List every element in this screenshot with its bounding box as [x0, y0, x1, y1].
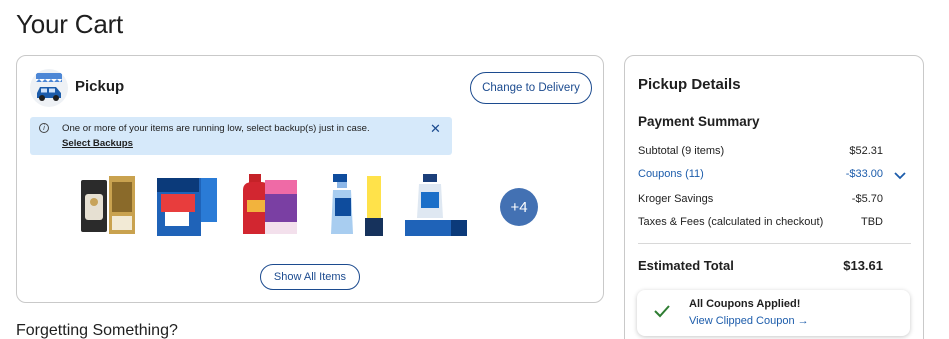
taxes-fees-label: Taxes & Fees (calculated in checkout) — [638, 216, 824, 228]
product-thumbnail[interactable] — [403, 172, 467, 238]
coupons-applied-box: All Coupons Applied! View Clipped Coupon… — [637, 290, 910, 336]
coupons-value[interactable]: -$33.00 — [846, 168, 883, 180]
page-title: Your Cart — [16, 9, 124, 39]
chevron-down-icon[interactable] — [893, 168, 907, 186]
estimated-total-label: Estimated Total — [638, 258, 734, 273]
payment-summary-title: Payment Summary — [638, 114, 760, 129]
product-thumbnail[interactable] — [75, 172, 139, 238]
all-coupons-applied-text: All Coupons Applied! — [689, 298, 801, 310]
forgetting-heading: Forgetting Something? — [16, 322, 178, 339]
arrow-right-icon: → — [797, 315, 809, 327]
pickup-title: Pickup — [75, 78, 125, 95]
close-icon[interactable]: ✕ — [430, 121, 441, 137]
show-all-items-button[interactable]: Show All Items — [260, 264, 360, 290]
change-to-delivery-button[interactable]: Change to Delivery — [470, 72, 592, 104]
info-icon: i — [39, 123, 49, 133]
pickup-card: Pickup Change to Delivery i One or more … — [16, 55, 604, 303]
product-thumbnail[interactable] — [329, 172, 387, 238]
select-backups-link[interactable]: Select Backups — [62, 138, 133, 149]
pickup-details-card: Pickup Details Payment Summary Subtotal … — [624, 55, 924, 339]
more-items-badge[interactable]: +4 — [500, 188, 538, 226]
product-thumbnail[interactable] — [155, 172, 219, 238]
coupons-label[interactable]: Coupons (11) — [638, 168, 704, 180]
kroger-savings-label: Kroger Savings — [638, 193, 714, 205]
alert-message: One or more of your items are running lo… — [62, 123, 370, 134]
checkmark-icon — [653, 304, 671, 323]
view-clipped-coupon-label[interactable]: View Clipped Coupon — [689, 315, 795, 327]
taxes-fees-value: TBD — [861, 216, 883, 228]
subtotal-label: Subtotal (9 items) — [638, 145, 725, 157]
summary-divider — [638, 243, 911, 244]
subtotal-value: $52.31 — [849, 145, 883, 157]
product-thumbnail[interactable] — [235, 172, 301, 238]
view-clipped-coupon-link[interactable]: View Clipped Coupon → — [689, 315, 809, 327]
low-stock-alert: i One or more of your items are running … — [30, 117, 452, 155]
pickup-vehicle-icon — [30, 69, 68, 107]
details-title: Pickup Details — [638, 76, 741, 93]
kroger-savings-value: -$5.70 — [851, 193, 883, 205]
estimated-total-value: $13.61 — [843, 258, 883, 273]
